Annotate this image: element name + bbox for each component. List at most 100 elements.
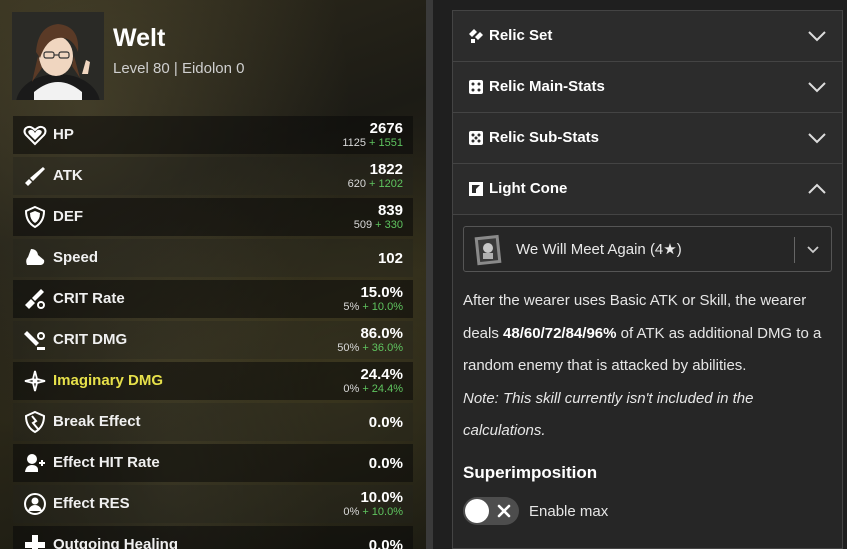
stat-value: 102 [377, 250, 403, 267]
stat-label: ATK [53, 167, 83, 184]
accordion-relic-sub-stats[interactable]: Relic Sub-Stats [453, 113, 842, 164]
stat-row-speed: Speed 102 [13, 239, 413, 277]
hp-heart-icon [23, 125, 47, 146]
stat-bonus: + 36.0% [362, 342, 403, 354]
stat-breakdown: 5% + 10.0% [343, 301, 403, 313]
dice-icon [469, 131, 483, 145]
character-level-eidolon: Level 80 | Eidolon 0 [113, 60, 245, 77]
stat-bonus: + 10.0% [362, 506, 403, 518]
stat-row-atk: ATK 1822 620 + 1202 [13, 157, 413, 195]
equipment-panel: Relic Set Relic Main-Stats Relic Sub-Sta… [452, 10, 843, 549]
light-cone-select[interactable]: We Will Meet Again (4★) [463, 226, 832, 272]
healing-icon [25, 535, 45, 549]
stat-breakdown: 620 + 1202 [348, 178, 403, 190]
crit-rate-icon [25, 289, 45, 309]
stat-base: 509 [353, 219, 373, 231]
stat-breakdown: 509 + 330 [354, 219, 403, 231]
description-values: 48/60/72/84/96% [503, 324, 617, 342]
stat-value: 2676 [369, 120, 403, 137]
stat-label: Speed [53, 249, 99, 266]
chevron-down-icon[interactable] [806, 243, 820, 257]
select-separator [794, 237, 795, 263]
accordion-relic-set[interactable]: Relic Set [453, 11, 842, 62]
enable-max-label: Enable max [529, 503, 609, 520]
stat-value: 0.0% [368, 537, 403, 549]
stat-label: Imaginary DMG [53, 372, 164, 389]
stat-value: 10.0% [360, 489, 403, 506]
stat-row-hp: HP 2676 1125 + 1551 [13, 116, 413, 154]
crit-dmg-icon [24, 331, 45, 350]
stat-base: 0% [343, 383, 360, 395]
superimposition-title: Superimposition [463, 463, 598, 482]
stat-label: CRIT Rate [53, 290, 125, 307]
stat-bonus: + 24.4% [362, 383, 403, 395]
break-effect-icon [24, 410, 46, 434]
accordion-relic-main-stats[interactable]: Relic Main-Stats [453, 62, 842, 113]
light-cone-selected-value: We Will Meet Again (4★) [516, 241, 682, 258]
stat-bonus: + 1551 [369, 137, 403, 149]
stat-value: 0.0% [368, 414, 403, 431]
stat-row-def: DEF 839 509 + 330 [13, 198, 413, 236]
speed-boot-icon [26, 249, 45, 265]
stat-bonus: + 10.0% [362, 301, 403, 313]
stat-value: 15.0% [360, 284, 403, 301]
character-header: Welt Level 80 | Eidolon 0 [12, 12, 412, 102]
relic-set-icon [469, 29, 483, 43]
stat-row-outgoing-healing: Outgoing Healing 0.0% [13, 526, 413, 549]
chevron-down-icon[interactable] [808, 28, 826, 44]
stat-bonus: + 330 [375, 219, 403, 231]
panel-divider [426, 0, 433, 549]
stat-row-imaginary-dmg: Imaginary DMG 24.4% 0% + 24.4% [13, 362, 413, 400]
chevron-down-icon[interactable] [808, 79, 826, 95]
stat-base: 1125 [342, 137, 366, 149]
stat-bonus: + 1202 [369, 178, 403, 190]
stat-label: HP [53, 126, 74, 143]
stat-breakdown: 0% + 10.0% [343, 506, 403, 518]
chevron-up-icon[interactable] [808, 181, 826, 197]
stat-base: 5% [343, 301, 360, 313]
accordion-title: Relic Sub-Stats [489, 129, 600, 146]
stat-row-effect-res: Effect RES 10.0% 0% + 10.0% [13, 485, 413, 523]
stat-label: Effect HIT Rate [53, 454, 160, 471]
stat-value: 24.4% [360, 366, 403, 383]
character-avatar [12, 12, 104, 100]
accordion-title: Light Cone [489, 180, 568, 197]
stat-base: 0% [343, 506, 360, 518]
character-panel: Welt Level 80 | Eidolon 0 HP 2676 1125 +… [0, 0, 426, 549]
stat-row-crit-rate: CRIT Rate 15.0% 5% + 10.0% [13, 280, 413, 318]
accordion-title: Relic Set [489, 27, 553, 44]
stat-value: 0.0% [368, 455, 403, 472]
accordion-title: Relic Main-Stats [489, 78, 605, 95]
stat-breakdown: 1125 + 1551 [342, 137, 403, 149]
stat-base: 50% [337, 342, 360, 354]
character-name: Welt [113, 24, 166, 52]
accordion-light-cone[interactable]: Light Cone [453, 164, 842, 215]
stat-value: 86.0% [360, 325, 403, 342]
imaginary-dmg-icon [24, 370, 46, 392]
light-cone-thumbnail [474, 234, 502, 266]
stat-label: DEF [53, 208, 83, 225]
effect-hit-icon [25, 454, 45, 472]
stat-row-effect-hit-rate: Effect HIT Rate 0.0% [13, 444, 413, 482]
stat-row-break-effect: Break Effect 0.0% [13, 403, 413, 441]
stat-breakdown: 50% + 36.0% [337, 342, 403, 354]
stat-label: Effect RES [53, 495, 130, 512]
close-icon [497, 504, 511, 518]
light-cone-icon [469, 182, 483, 196]
enable-max-toggle[interactable] [463, 497, 519, 525]
toggle-knob [465, 499, 489, 523]
chevron-down-icon[interactable] [808, 130, 826, 146]
dice-icon [469, 80, 483, 94]
effect-res-icon [24, 493, 46, 515]
stat-value: 839 [377, 202, 403, 219]
stat-row-crit-dmg: CRIT DMG 86.0% 50% + 36.0% [13, 321, 413, 359]
stat-breakdown: 0% + 24.4% [343, 383, 403, 395]
stats-list: HP 2676 1125 + 1551 ATK 1822 620 + 1202 … [13, 116, 413, 549]
light-cone-description: After the wearer uses Basic ATK or Skill… [463, 285, 838, 448]
stat-label: Break Effect [53, 413, 141, 430]
stat-label: Outgoing Healing [53, 536, 178, 549]
def-shield-icon [24, 205, 46, 229]
atk-sword-icon [25, 167, 45, 186]
description-note: Note: This skill currently isn't include… [463, 389, 754, 440]
stat-label: CRIT DMG [53, 331, 128, 348]
